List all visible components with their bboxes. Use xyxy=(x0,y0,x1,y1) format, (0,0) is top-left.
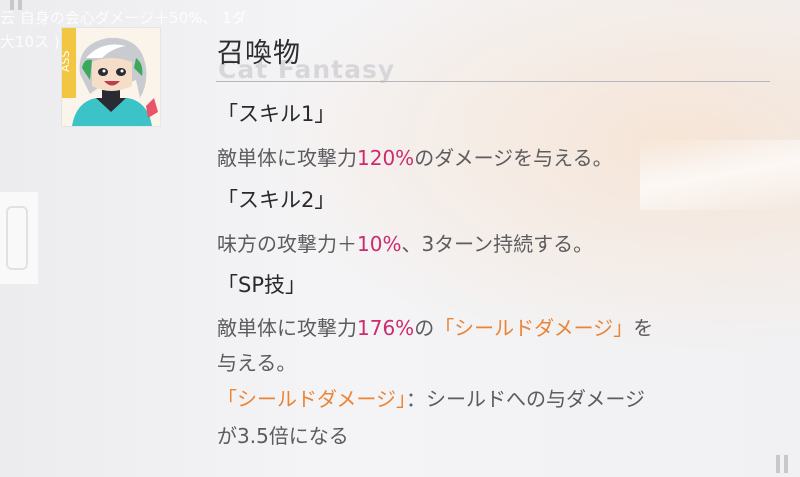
sp-desc-text-b: の xyxy=(414,316,435,340)
shield-damage-note-line-2: が3.5倍になる xyxy=(217,424,349,448)
skill2-desc-text-a: 味方の攻撃力＋ xyxy=(217,232,357,256)
skill1-desc-text-b: のダメージを与える。 xyxy=(414,146,613,170)
skill1-damage-value: 120% xyxy=(357,146,415,170)
sp-desc-text-a: 敵単体に攻撃力 xyxy=(217,316,357,340)
background-stripe xyxy=(640,140,800,210)
skill1-desc-text-a: 敵単体に攻撃力 xyxy=(217,146,357,170)
title-divider xyxy=(216,81,770,82)
svg-text:ASS: ASS xyxy=(62,50,72,72)
skill1-description: 敵単体に攻撃力120%のダメージを与える。 xyxy=(217,143,613,173)
skill2-desc-text-b: 、3ターン持続する。 xyxy=(401,232,594,256)
skill2-description: 味方の攻撃力＋10%、3ターン持続する。 xyxy=(217,229,593,259)
sp-shield-damage-keyword: 「シールドダメージ」 xyxy=(434,316,634,340)
sp-skill-description-line-1: 敵単体に攻撃力176%の「シールドダメージ」を xyxy=(217,313,653,343)
skill2-heading: 「スキル2」 xyxy=(217,188,336,212)
sp-skill-heading: 「SP技」 xyxy=(217,273,306,297)
pause-icon[interactable] xyxy=(776,455,788,473)
background-card xyxy=(0,192,38,284)
summon-portrait: ASS xyxy=(62,28,160,126)
sp-skill-description-line-2: 与える。 xyxy=(217,351,297,375)
skill2-buff-value: 10% xyxy=(357,232,402,256)
background-text-line-1: 云 自身の会心ダメージ＋50%、 1ダ xyxy=(0,9,247,27)
summon-character-portrait-icon: ASS xyxy=(62,28,160,126)
shield-damage-note-line-1: 「シールドダメージ」：シールドへの与ダメージ xyxy=(217,384,645,414)
skill1-heading: 「スキル1」 xyxy=(217,102,336,126)
sp-desc-text-c: を xyxy=(633,316,654,340)
panel-title: 召喚物 xyxy=(217,38,301,69)
shield-damage-note-keyword: 「シールドダメージ」 xyxy=(217,387,406,411)
shield-damage-note-text: ：シールドへの与ダメージ xyxy=(406,387,645,411)
sp-damage-value: 176% xyxy=(357,316,415,340)
